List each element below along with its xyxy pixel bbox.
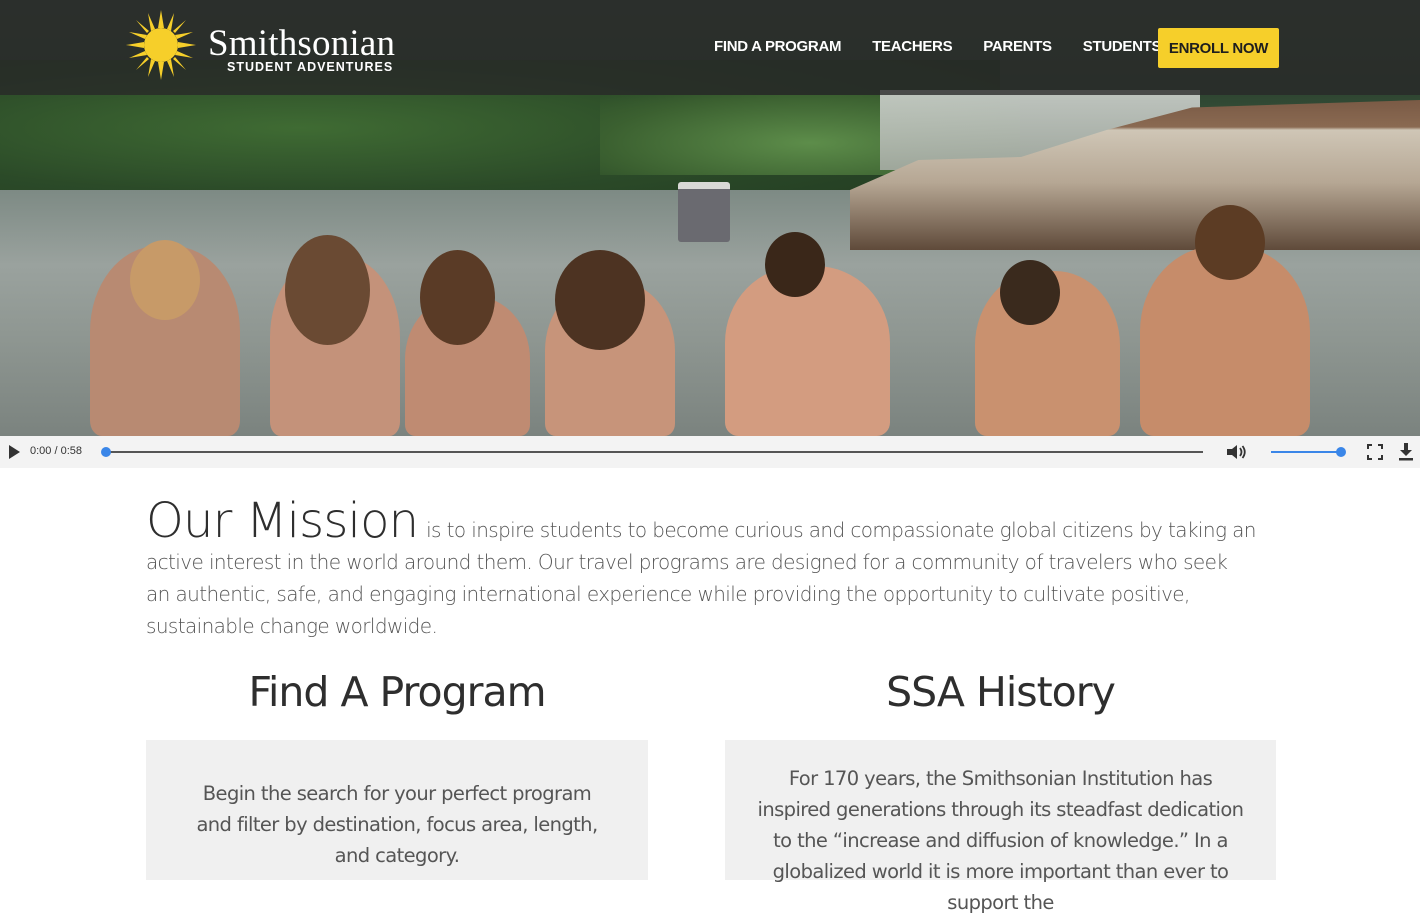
site-header: Smithsonian STUDENT ADVENTURES FIND A PR… bbox=[0, 0, 1420, 95]
student-head bbox=[765, 232, 825, 297]
volume-slider[interactable] bbox=[1271, 451, 1342, 453]
main-nav: FIND A PROGRAM TEACHERS PARENTS STUDENTS bbox=[714, 38, 1192, 55]
student-head bbox=[285, 235, 370, 345]
find-program-title[interactable]: Find A Program bbox=[146, 668, 648, 716]
play-icon[interactable] bbox=[9, 445, 20, 459]
nav-teachers[interactable]: TEACHERS bbox=[872, 38, 952, 55]
download-icon[interactable] bbox=[1398, 443, 1414, 461]
nav-find-a-program[interactable]: FIND A PROGRAM bbox=[714, 38, 841, 55]
brand-name: Smithsonian bbox=[208, 23, 396, 64]
mission-statement: Our Mission is to inspire students to be… bbox=[146, 497, 1256, 642]
seek-bar[interactable] bbox=[104, 451, 1203, 453]
student-head bbox=[555, 250, 645, 350]
sun-icon bbox=[126, 10, 196, 80]
ssa-history-title[interactable]: SSA History bbox=[725, 668, 1276, 716]
ssa-history-text: For 170 years, the Smithsonian Instituti… bbox=[757, 767, 1244, 914]
find-program-text: Begin the search for your perfect progra… bbox=[196, 782, 598, 867]
student-head bbox=[1195, 205, 1265, 280]
video-controls: 0:00 / 0:58 bbox=[0, 436, 1420, 468]
student-head bbox=[130, 240, 200, 320]
nav-students[interactable]: STUDENTS bbox=[1083, 38, 1162, 55]
video-time: 0:00 / 0:58 bbox=[30, 445, 82, 457]
seek-handle[interactable] bbox=[101, 447, 111, 457]
find-program-card[interactable]: Begin the search for your perfect progra… bbox=[146, 740, 648, 880]
nav-parents[interactable]: PARENTS bbox=[983, 38, 1052, 55]
volume-handle[interactable] bbox=[1336, 447, 1346, 457]
volume-icon[interactable] bbox=[1227, 444, 1247, 460]
longtail-boat bbox=[678, 182, 730, 242]
brand-subtitle: STUDENT ADVENTURES bbox=[227, 60, 394, 74]
mission-heading: Our Mission bbox=[146, 493, 419, 549]
enroll-now-button[interactable]: ENROLL NOW bbox=[1158, 28, 1279, 68]
fullscreen-icon[interactable] bbox=[1367, 444, 1383, 460]
student-head bbox=[420, 250, 495, 345]
student-head bbox=[1000, 260, 1060, 325]
ssa-history-card[interactable]: For 170 years, the Smithsonian Instituti… bbox=[725, 740, 1276, 914]
logo[interactable]: Smithsonian STUDENT ADVENTURES bbox=[126, 10, 426, 82]
